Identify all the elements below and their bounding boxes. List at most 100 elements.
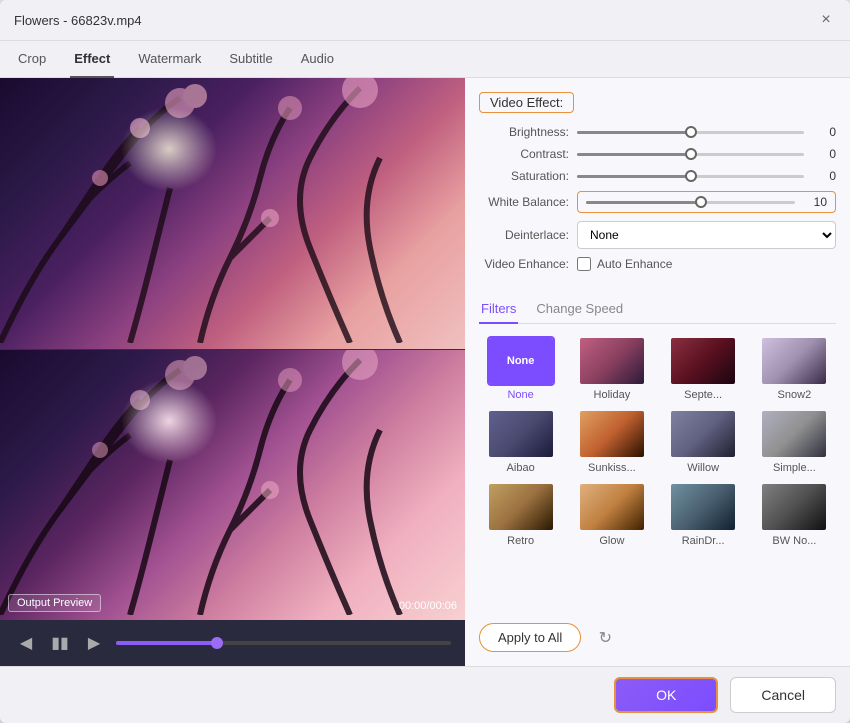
brightness-label: Brightness:	[479, 125, 569, 139]
auto-enhance-label: Auto Enhance	[597, 257, 672, 271]
tab-crop[interactable]: Crop	[14, 41, 50, 78]
saturation-track[interactable]	[577, 175, 804, 178]
bottom-actions: Apply to All ↻	[479, 615, 836, 652]
progress-fill	[116, 641, 217, 645]
filter-item-holiday[interactable]: Holiday	[570, 336, 653, 401]
filter-label-aibao: Aibao	[507, 462, 535, 474]
filter-thumb-retro	[487, 482, 555, 532]
deinterlace-select[interactable]: None Blend Bob	[577, 221, 836, 249]
filter-label-bwno: BW No...	[772, 535, 816, 547]
filter-willow-inner	[671, 411, 735, 457]
filter-thumb-sunkiss	[578, 409, 646, 459]
filter-thumb-bwno	[760, 482, 828, 532]
filter-thumb-none: None	[487, 336, 555, 386]
filter-item-none[interactable]: None None	[479, 336, 562, 401]
white-balance-box: 10	[577, 191, 836, 213]
enhance-row: Video Enhance: Auto Enhance	[479, 257, 836, 271]
tab-effect[interactable]: Effect	[70, 41, 114, 78]
video-effect-section: Video Effect: Brightness: 0 Contrast:	[479, 92, 836, 283]
filter-label-retro: Retro	[507, 535, 534, 547]
saturation-row: Saturation: 0	[479, 169, 836, 183]
contrast-label: Contrast:	[479, 147, 569, 161]
filter-label-glow: Glow	[599, 535, 624, 547]
brightness-track[interactable]	[577, 131, 804, 134]
filter-thumb-glow	[578, 482, 646, 532]
filter-item-aibao[interactable]: Aibao	[479, 409, 562, 474]
ok-button[interactable]: OK	[614, 677, 718, 713]
filter-glow-inner	[580, 484, 644, 530]
filter-simple-inner	[762, 411, 826, 457]
filter-retro-inner	[489, 484, 553, 530]
tab-audio[interactable]: Audio	[297, 41, 338, 78]
filter-thumb-snow2	[760, 336, 828, 386]
filter-raindr-inner	[671, 484, 735, 530]
white-balance-row: White Balance: 10	[479, 191, 836, 213]
filter-item-sunkiss[interactable]: Sunkiss...	[570, 409, 653, 474]
pause-button[interactable]: ▮▮	[48, 631, 72, 655]
filter-item-snow2[interactable]: Snow2	[753, 336, 836, 401]
filter-thumb-raindr	[669, 482, 737, 532]
refresh-button[interactable]: ↻	[591, 624, 619, 652]
filter-thumb-aibao	[487, 409, 555, 459]
footer-buttons: OK Cancel	[0, 666, 850, 723]
apply-to-all-button[interactable]: Apply to All	[479, 623, 581, 652]
filter-septe-inner	[671, 338, 735, 384]
filter-item-raindr[interactable]: RainDr...	[662, 482, 745, 547]
right-panel: Video Effect: Brightness: 0 Contrast:	[465, 78, 850, 666]
saturation-fill	[577, 175, 691, 178]
white-balance-track[interactable]	[586, 201, 795, 204]
filter-item-septe[interactable]: Septe...	[662, 336, 745, 401]
filter-aibao-inner	[489, 411, 553, 457]
deinterlace-label: Deinterlace:	[479, 228, 569, 242]
tabs-bar: Crop Effect Watermark Subtitle Audio	[0, 41, 850, 78]
filter-sunkiss-inner	[580, 411, 644, 457]
filter-snow2-inner	[762, 338, 826, 384]
cancel-button[interactable]: Cancel	[730, 677, 836, 713]
filter-label-raindr: RainDr...	[682, 535, 725, 547]
main-window: Flowers - 66823v.mp4 × Crop Effect Water…	[0, 0, 850, 723]
tab-subtitle[interactable]: Subtitle	[225, 41, 276, 78]
filter-item-retro[interactable]: Retro	[479, 482, 562, 547]
video-bottom: Output Preview 00:00/00:06	[0, 350, 465, 621]
filter-label-sunkiss: Sunkiss...	[588, 462, 636, 474]
filter-item-glow[interactable]: Glow	[570, 482, 653, 547]
filter-label-simple: Simple...	[773, 462, 816, 474]
brightness-thumb	[685, 126, 697, 138]
video-input-preview	[0, 78, 465, 349]
filter-holiday-inner	[580, 338, 644, 384]
contrast-thumb	[685, 148, 697, 160]
progress-thumb	[211, 637, 223, 649]
time-label: 00:00/00:06	[399, 600, 457, 612]
auto-enhance-checkbox[interactable]	[577, 257, 591, 271]
output-preview-label: Output Preview	[8, 594, 101, 612]
main-content: Output Preview 00:00/00:06 ◀ ▮▮ ▶ Video …	[0, 78, 850, 666]
saturation-value: 0	[812, 169, 836, 183]
filter-tab-speed[interactable]: Change Speed	[534, 295, 625, 324]
contrast-track[interactable]	[577, 153, 804, 156]
brightness-value: 0	[812, 125, 836, 139]
filter-item-simple[interactable]: Simple...	[753, 409, 836, 474]
enhance-label: Video Enhance:	[479, 257, 569, 271]
contrast-value: 0	[812, 147, 836, 161]
white-balance-value: 10	[803, 195, 827, 209]
contrast-row: Contrast: 0	[479, 147, 836, 161]
filter-none-inner: None	[489, 338, 553, 384]
step-forward-button[interactable]: ▶	[82, 631, 106, 655]
title-bar: Flowers - 66823v.mp4 ×	[0, 0, 850, 41]
filter-item-willow[interactable]: Willow	[662, 409, 745, 474]
progress-track[interactable]	[116, 641, 451, 645]
tab-watermark[interactable]: Watermark	[134, 41, 205, 78]
white-balance-thumb	[695, 196, 707, 208]
filter-label-septe: Septe...	[684, 389, 722, 401]
filter-item-bwno[interactable]: BW No...	[753, 482, 836, 547]
filter-thumb-willow	[669, 409, 737, 459]
saturation-label: Saturation:	[479, 169, 569, 183]
close-button[interactable]: ×	[816, 10, 836, 30]
white-balance-label: White Balance:	[479, 195, 569, 209]
filter-thumb-holiday	[578, 336, 646, 386]
brightness-fill	[577, 131, 691, 134]
filter-label-willow: Willow	[687, 462, 719, 474]
filter-tab-filters[interactable]: Filters	[479, 295, 518, 324]
filter-thumb-simple	[760, 409, 828, 459]
step-back-button[interactable]: ◀	[14, 631, 38, 655]
